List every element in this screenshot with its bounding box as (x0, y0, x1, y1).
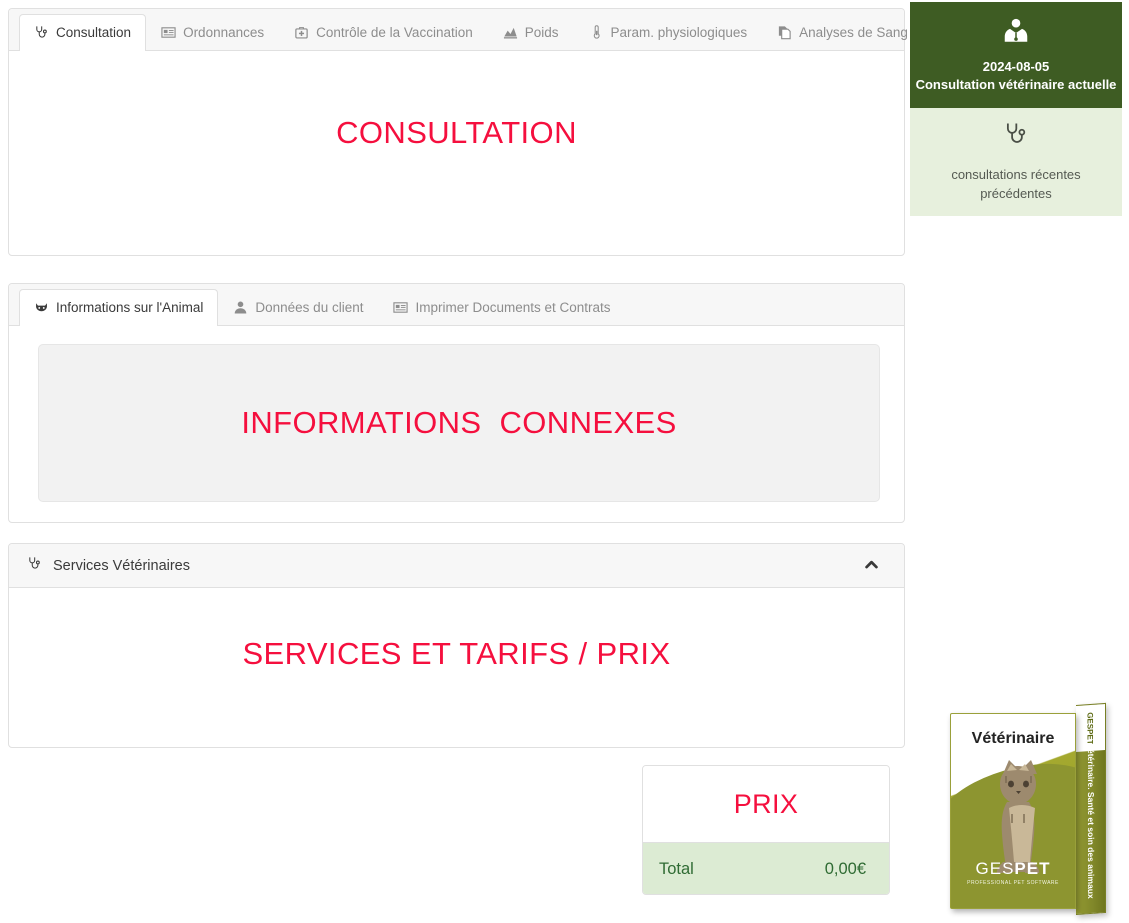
product-box-front: Vétérinaire GESPET PROFESSIONAL PET SOFT… (950, 713, 1076, 909)
current-consultation-label: Consultation vétérinaire actuelle (915, 76, 1117, 92)
prix-total-row: Total 0,00€ (643, 842, 889, 894)
gespet-product-box-image: GESPET Vétérinaire. Santé et soin des an… (950, 702, 1115, 915)
product-box-spine-brand: GESPET (1086, 711, 1096, 745)
tab-label: Contrôle de la Vaccination (316, 24, 473, 40)
user-icon (233, 300, 248, 315)
tab-poids[interactable]: Poids (488, 14, 574, 50)
product-box-title: Vétérinaire (971, 730, 1055, 747)
tab-label: Param. physiologiques (610, 24, 748, 40)
product-box-spine-text: Vétérinaire. Santé et soin des animaux (1085, 743, 1096, 900)
app-root: Consultation Ordonnances Contrôle de la … (0, 0, 1129, 923)
prescription-card-icon (161, 25, 176, 40)
id-card-icon (393, 300, 409, 315)
brand-pet: PET (1014, 859, 1051, 878)
recent-consultations-line2: précédentes (980, 185, 1052, 201)
tab-label: Ordonnances (183, 24, 265, 40)
prix-total-value: 0,00€ (824, 859, 866, 878)
tab-label: Consultation (56, 24, 132, 40)
consultation-caption: CONSULTATION (336, 115, 577, 150)
consultation-panel: Consultation Ordonnances Contrôle de la … (8, 8, 1043, 256)
services-collapse-button[interactable] (858, 553, 884, 579)
current-consultation-date: 2024-08-05 (982, 58, 1050, 74)
product-box-brand-sub: PROFESSIONAL PET SOFTWARE (967, 880, 1059, 886)
stethoscope-icon (27, 556, 42, 575)
product-box-spine: GESPET Vétérinaire. Santé et soin des an… (1076, 702, 1106, 915)
chevron-up-icon (863, 556, 880, 576)
prix-total-label: Total (659, 859, 694, 878)
tab-label: Poids (524, 24, 559, 40)
tab-analyses-de-sang[interactable]: Analyses de Sang (762, 14, 923, 50)
tab-param-physiologiques[interactable]: Param. physiologiques (574, 14, 763, 50)
tab-controle-vaccination[interactable]: Contrôle de la Vaccination (279, 14, 488, 50)
consultation-tabstrip: Consultation Ordonnances Contrôle de la … (9, 9, 1043, 51)
tab-label: Données du client (255, 299, 364, 315)
services-caption: SERVICES ET TARIFS / PRIX (242, 635, 671, 671)
services-panel-header: Services Vétérinaires (9, 544, 904, 588)
product-box-brand: GESPET PROFESSIONAL PET SOFTWARE (951, 859, 1075, 886)
informations-panel: Informations sur l'Animal Données du cli… (8, 283, 905, 523)
stethoscope-icon (1003, 121, 1029, 152)
recent-consultations-lines: consultations récentes précédentes (951, 166, 1080, 202)
services-panel: Services Vétérinaires SERVICES ET TARIFS… (8, 543, 905, 748)
consultation-body: CONSULTATION (9, 51, 904, 255)
tab-imprimer-documents[interactable]: Imprimer Documents et Contrats (378, 289, 625, 325)
tab-label: Informations sur l'Animal (56, 299, 204, 315)
tab-label: Imprimer Documents et Contrats (415, 299, 611, 315)
tab-informations-animal[interactable]: Informations sur l'Animal (19, 289, 219, 326)
recent-consultations-line1: consultations récentes (951, 167, 1081, 183)
stethoscope-icon (34, 25, 49, 40)
prix-header: PRIX (643, 766, 889, 842)
tab-donnees-client[interactable]: Données du client (218, 289, 378, 325)
current-consultation-lines: 2024-08-05 Consultation vétérinaire actu… (916, 58, 1117, 93)
prix-box: PRIX Total 0,00€ (642, 765, 890, 895)
tab-consultation[interactable]: Consultation (19, 14, 147, 51)
informations-body: INFORMATIONS CONNEXES (9, 326, 904, 522)
informations-caption: INFORMATIONS CONNEXES (241, 405, 677, 440)
informations-content-box: INFORMATIONS CONNEXES (38, 344, 880, 502)
current-consultation-card[interactable]: 2024-08-05 Consultation vétérinaire actu… (910, 2, 1122, 108)
informations-tabstrip: Informations sur l'Animal Données du cli… (9, 284, 904, 326)
services-panel-title-wrap: Services Vétérinaires (27, 556, 190, 575)
thermometer-icon (589, 25, 604, 40)
recent-consultations-card[interactable]: consultations récentes précédentes (910, 108, 1122, 216)
user-doctor-icon (1001, 17, 1031, 52)
medkit-icon (294, 25, 309, 40)
area-chart-icon (503, 25, 518, 40)
services-body: SERVICES ET TARIFS / PRIX (9, 588, 904, 747)
services-panel-title: Services Vétérinaires (53, 557, 190, 574)
prix-caption: PRIX (733, 788, 799, 819)
cat-face-icon (34, 300, 49, 315)
tab-ordonnances[interactable]: Ordonnances (146, 14, 279, 50)
tab-label: Analyses de Sang (799, 24, 908, 40)
copy-files-icon (777, 25, 792, 40)
brand-ges: GES (975, 859, 1015, 878)
product-box-brand-line: GESPET (951, 859, 1075, 879)
